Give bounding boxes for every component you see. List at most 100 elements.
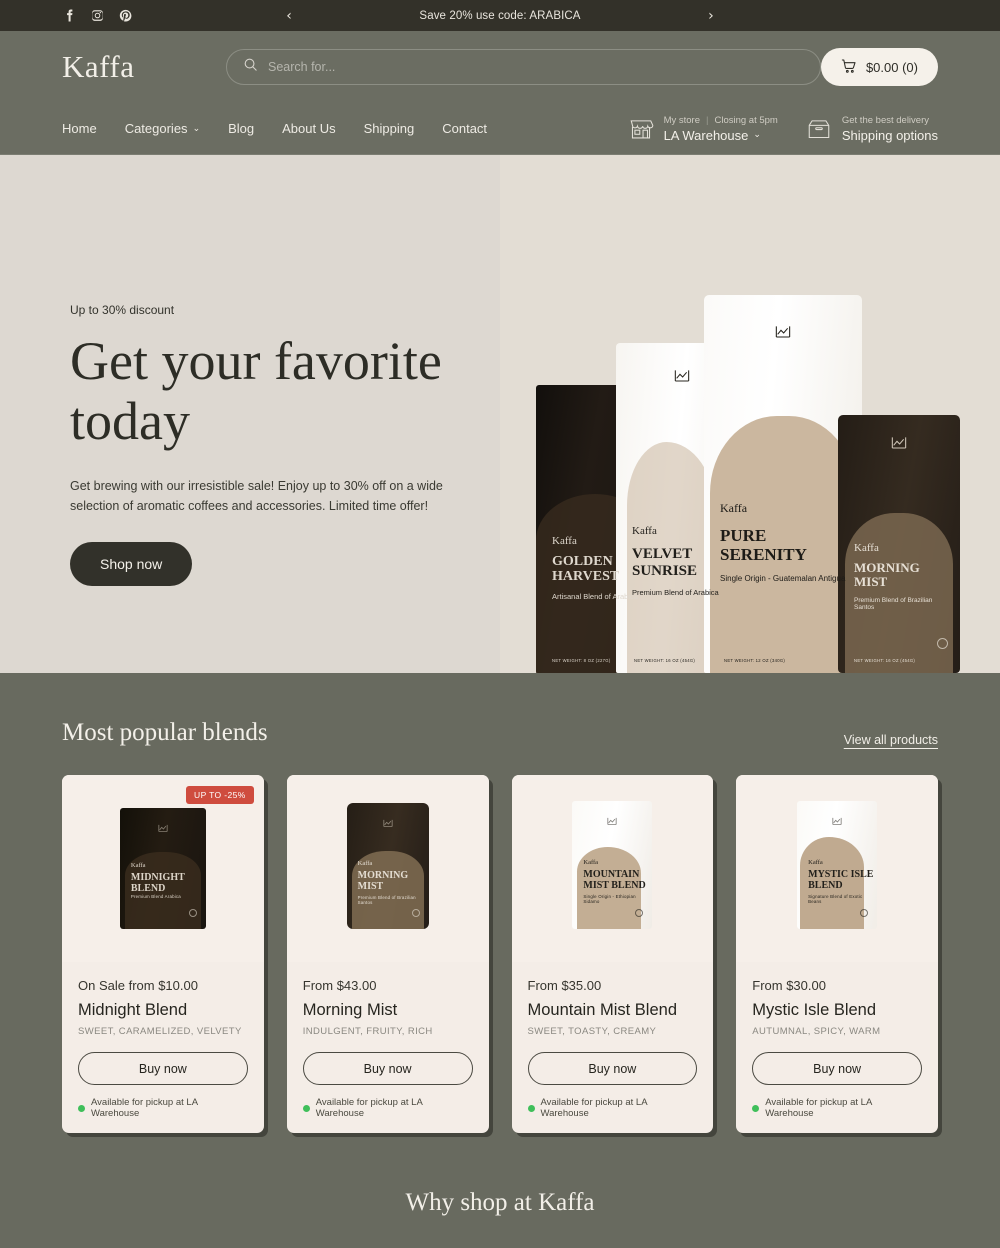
nav-label: Contact <box>442 121 488 136</box>
pickup-availability: Available for pickup at LA Warehouse <box>752 1097 922 1119</box>
product-name: Morning Mist <box>302 1001 398 1019</box>
bag-subtitle: Premium Blend of Brazilian Santos <box>357 894 416 905</box>
bag-net-weight: NET WEIGHT: 12 OZ (340G) <box>724 658 786 663</box>
status-badge: UP TO -25% <box>186 786 254 804</box>
instagram-icon[interactable] <box>90 9 104 23</box>
pickup-availability: Available for pickup at LA Warehouse <box>78 1097 248 1119</box>
pickup-label: Available for pickup at LA Warehouse <box>315 1097 423 1119</box>
kaffa-mark-icon <box>383 814 393 827</box>
product-card[interactable]: Kaffa MORNING MIST Premium Blend of Braz… <box>286 775 489 1133</box>
chevron-down-icon: ⌄ <box>192 123 201 134</box>
nav-links: Home Categories ⌄ Blog About Us Shipping… <box>62 121 487 136</box>
shipping-options[interactable]: Get the best delivery Shipping options <box>806 115 938 143</box>
nav-item-blog[interactable]: Blog <box>228 121 254 136</box>
bag-subtitle: Signature Blend of Exotic Beans <box>808 894 863 905</box>
product-card[interactable]: Kaffa MOUNTAIN MIST BLEND Single Origin … <box>511 775 714 1133</box>
buy-now-button[interactable]: Buy now <box>78 1052 248 1085</box>
brand-logo[interactable]: Kaffa <box>62 49 222 85</box>
product-info: From $30.00 Mystic Isle Blend AUTUMNAL, … <box>736 962 938 1133</box>
why-shop-title: Why shop at Kaffa <box>405 1189 595 1216</box>
bag-subtitle: Premium Blend of Arabica <box>632 588 719 597</box>
announcement-prev-button[interactable]: ‹ <box>280 9 298 23</box>
product-image: Kaffa MOUNTAIN MIST BLEND Single Origin … <box>511 775 714 962</box>
bag-name: GOLDEN HARVEST <box>552 553 620 585</box>
bag-subtitle: Artisanal Blend of Arabica <box>552 592 638 601</box>
section-title: Most popular blends <box>62 719 268 746</box>
announcement-message: Save 20% use code: ARABICA <box>419 9 581 22</box>
popular-blends-section: Most popular blends View all products UP… <box>0 673 1000 1133</box>
product-price: On Sale from $10.00 <box>78 978 198 993</box>
nav-item-about-us[interactable]: About Us <box>282 121 335 136</box>
kaffa-mark-icon <box>158 819 168 832</box>
pickup-availability: Available for pickup at LA Warehouse <box>302 1097 473 1119</box>
product-flavor-notes: INDULGENT, FRUITY, RICH <box>302 1026 433 1037</box>
bag-subtitle: Single Origin - Ethiopian Sidamo <box>583 894 636 905</box>
bag-brand: Kaffa <box>130 862 146 870</box>
bag-brand: Kaffa <box>583 858 599 866</box>
pickup-label: Available for pickup at LA Warehouse <box>91 1097 198 1119</box>
box-icon <box>806 116 832 142</box>
bag-name: MIDNIGHT BLEND <box>130 872 185 895</box>
buy-now-button[interactable]: Buy now <box>752 1052 922 1085</box>
kaffa-mark-icon <box>775 325 791 338</box>
bag-net-weight: NET WEIGHT: 16 OZ (454G) <box>634 658 696 663</box>
status-dot-icon <box>752 1104 760 1112</box>
bag-subtitle: Premium Blend of Brazilian Santos <box>854 597 933 611</box>
nav-item-shipping[interactable]: Shipping <box>364 121 415 136</box>
store-name-row: LA Warehouse ⌄ <box>664 128 778 143</box>
product-flavor-notes: AUTUMNAL, SPICY, WARM <box>752 1026 881 1037</box>
nav-label: Shipping <box>363 121 415 136</box>
product-image: Kaffa MORNING MIST Premium Blend of Braz… <box>286 775 489 962</box>
product-price: From $35.00 <box>527 978 602 993</box>
store-name: LA Warehouse <box>663 127 749 143</box>
pickup-availability: Available for pickup at LA Warehouse <box>527 1097 698 1119</box>
product-price: From $43.00 <box>302 978 377 993</box>
bag-subtitle: Single Origin - Guatemalan Antigua <box>720 574 846 583</box>
store-selector[interactable]: My store | Closing at 5pm LA Warehouse ⌄ <box>628 115 778 143</box>
pickup-label: Available for pickup at LA Warehouse <box>765 1097 872 1119</box>
pinterest-icon[interactable] <box>118 9 132 23</box>
product-grid: UP TO -25% Kaffa MIDNIGHT BLEND Premium … <box>62 775 938 1133</box>
cart-button[interactable]: $0.00 (0) <box>820 48 938 86</box>
buy-now-button[interactable]: Buy now <box>527 1052 698 1085</box>
product-name: Mystic Isle Blend <box>752 1001 877 1019</box>
bag-seal-icon <box>860 909 869 917</box>
store-hours: Closing at 5pm <box>714 114 778 126</box>
product-info: On Sale from $10.00 Midnight Blend SWEET… <box>62 962 264 1133</box>
bag-name: MORNING MIST <box>854 559 920 590</box>
product-name: Midnight Blend <box>78 1001 188 1019</box>
bag-name: MYSTIC ISLE BLEND <box>808 868 874 892</box>
nav-item-categories[interactable]: Categories ⌄ <box>125 121 200 136</box>
bag-net-weight: NET WEIGHT: 8 OZ (227G) <box>552 658 611 663</box>
search-icon <box>243 57 258 77</box>
bag-brand: Kaffa <box>357 859 373 867</box>
status-dot-icon <box>78 1104 85 1112</box>
hero-description: Get brewing with our irresistible sale! … <box>70 478 443 513</box>
product-card[interactable]: UP TO -25% Kaffa MIDNIGHT BLEND Premium … <box>62 775 264 1133</box>
search-bar[interactable] <box>226 49 821 85</box>
announcement-carousel: ‹ Save 20% use code: ARABICA › <box>280 9 720 23</box>
store-status: My store | Closing at 5pm <box>664 115 778 126</box>
main-navigation: Home Categories ⌄ Blog About Us Shipping… <box>0 103 1000 155</box>
nav-item-home[interactable]: Home <box>62 121 97 136</box>
product-image: Kaffa MYSTIC ISLE BLEND Signature Blend … <box>736 775 938 962</box>
shipping-options-label: Shipping options <box>841 127 938 143</box>
view-all-products-link[interactable]: View all products <box>844 733 938 747</box>
bag-name: PURE SERENITY <box>720 525 807 564</box>
facebook-icon[interactable] <box>62 9 76 23</box>
product-name: Mountain Mist Blend <box>527 1001 678 1019</box>
nav-item-contact[interactable]: Contact <box>442 121 487 136</box>
nav-label: Home <box>62 121 97 136</box>
buy-now-button[interactable]: Buy now <box>302 1052 473 1085</box>
hero-image: Kaffa GOLDEN HARVEST Artisanal Blend of … <box>500 155 1000 673</box>
search-input[interactable] <box>268 60 804 74</box>
site-header: Kaffa $0.00 (0) <box>0 31 1000 103</box>
kaffa-mark-icon <box>891 436 907 449</box>
announcement-next-button[interactable]: › <box>702 9 720 23</box>
shop-now-button[interactable]: Shop now <box>70 541 193 586</box>
product-card[interactable]: Kaffa MYSTIC ISLE BLEND Signature Blend … <box>736 775 938 1133</box>
coffee-bag-group: Kaffa GOLDEN HARVEST Artisanal Blend of … <box>518 273 1000 673</box>
bag-brand: Kaffa <box>854 541 879 554</box>
bag-name: MORNING MIST <box>357 869 409 892</box>
storefront-icon <box>628 116 654 142</box>
